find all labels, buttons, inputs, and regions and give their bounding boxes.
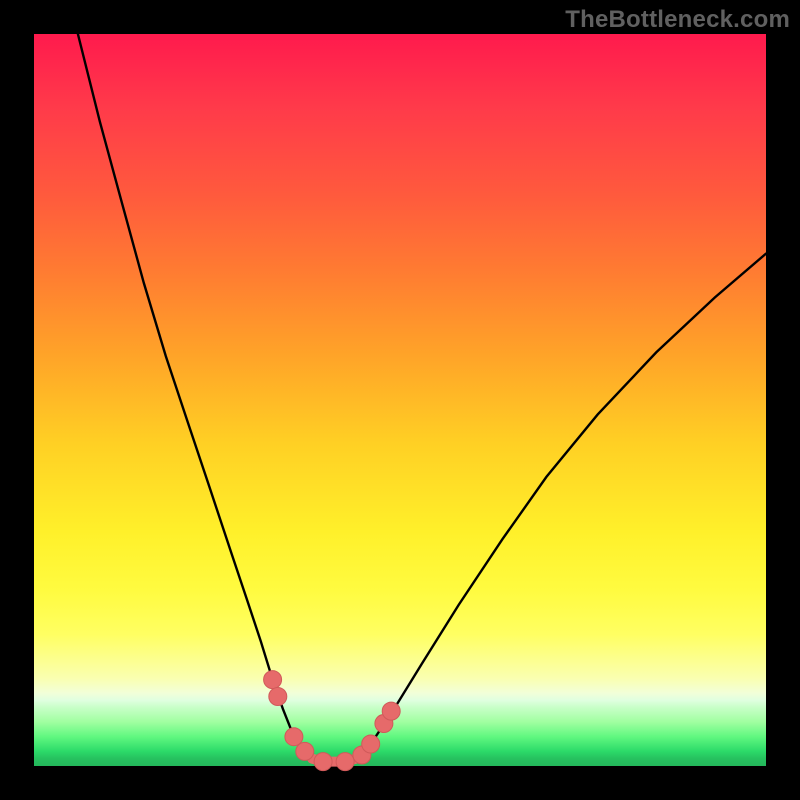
bottleneck-curve: [78, 34, 766, 762]
watermark-text: TheBottleneck.com: [565, 6, 790, 34]
data-marker: [362, 735, 380, 753]
data-marker: [264, 671, 282, 689]
chart-frame: TheBottleneck.com: [0, 0, 800, 800]
marker-group: [264, 671, 401, 771]
data-marker: [314, 753, 332, 771]
data-marker: [336, 753, 354, 771]
data-marker: [269, 688, 287, 706]
data-marker: [382, 702, 400, 720]
data-marker: [285, 728, 303, 746]
data-marker: [296, 742, 314, 760]
curve-layer: [34, 34, 766, 766]
plot-area: [34, 34, 766, 766]
